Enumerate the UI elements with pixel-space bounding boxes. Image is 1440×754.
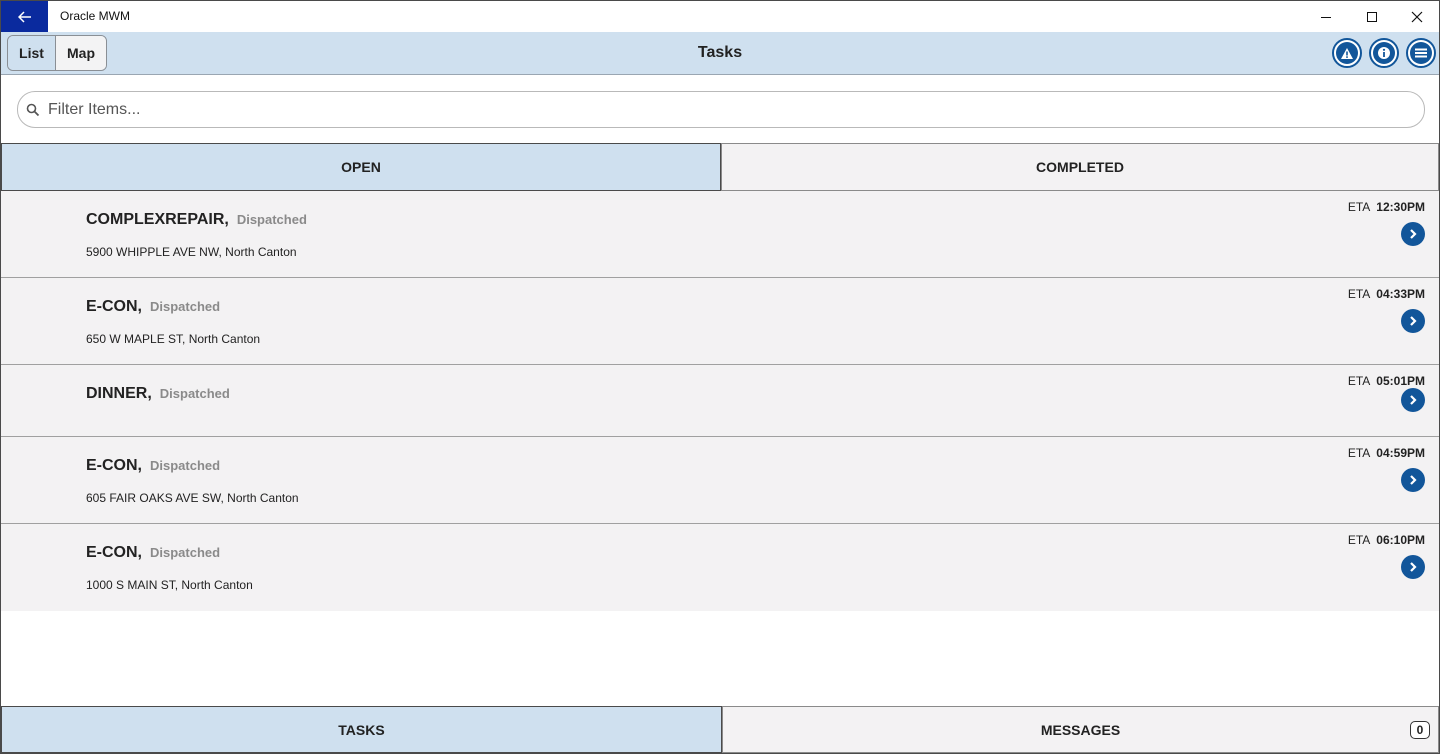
task-address: 650 W MAPLE ST, North Canton (86, 332, 261, 346)
task-row[interactable]: E-CON, Dispatched 605 FAIR OAKS AVE SW, N… (1, 437, 1439, 524)
page-title: Tasks (697, 44, 743, 61)
task-open-button[interactable] (1401, 222, 1425, 246)
task-type: DINNER, (86, 385, 152, 402)
menu-icon (1415, 48, 1427, 58)
task-row[interactable]: E-CON, Dispatched 1000 S MAIN ST, North C… (1, 524, 1439, 611)
menu-button[interactable] (1406, 38, 1436, 68)
info-icon (1378, 47, 1390, 59)
task-eta: ETA 06:10PM (1348, 533, 1425, 547)
chevron-right-icon (1410, 475, 1417, 485)
eta-label: ETA (1347, 287, 1371, 301)
task-type: E-CON, (86, 544, 142, 561)
window-title: Oracle MWM (60, 9, 130, 23)
task-status: Dispatched (150, 545, 221, 560)
task-eta: ETA 05:01PM (1348, 374, 1425, 388)
tab-completed[interactable]: COMPLETED (721, 143, 1439, 191)
nav-messages[interactable]: MESSAGES 0 (722, 706, 1439, 753)
task-address: 1000 S MAIN ST, North Canton (86, 578, 253, 592)
task-status: Dispatched (159, 386, 230, 401)
list-view-button[interactable]: List (8, 36, 56, 70)
nav-messages-label: MESSAGES (1040, 721, 1121, 738)
eta-label: ETA (1347, 446, 1371, 460)
task-status: Dispatched (236, 212, 307, 227)
app-header: List Map Tasks (1, 32, 1439, 75)
task-title: E-CON, Dispatched (86, 298, 220, 316)
task-type: COMPLEXREPAIR, (86, 211, 229, 228)
status-tabs: OPEN COMPLETED (1, 143, 1439, 191)
task-eta: ETA 12:30PM (1348, 200, 1425, 214)
task-status: Dispatched (150, 458, 221, 473)
nav-tasks-label: TASKS (338, 721, 385, 738)
map-view-button[interactable]: Map (56, 36, 106, 70)
chevron-right-icon (1410, 562, 1417, 572)
app-window: Oracle MWM List Map Tasks Filter Items..… (0, 0, 1440, 754)
filter-box (17, 91, 1425, 128)
task-open-button[interactable] (1401, 468, 1425, 492)
title-bar: Oracle MWM (1, 1, 1439, 32)
minimize-icon (1321, 16, 1331, 18)
task-list: COMPLEXREPAIR, Dispatched 5900 WHIPPLE AV… (1, 191, 1439, 611)
maximize-button[interactable] (1349, 1, 1395, 32)
task-eta: ETA 04:33PM (1348, 287, 1425, 301)
eta-time: 04:33PM (1376, 287, 1425, 301)
task-type: E-CON, (86, 298, 142, 315)
task-open-button[interactable] (1401, 309, 1425, 333)
task-status: Dispatched (150, 299, 221, 314)
eta-label: ETA (1347, 374, 1371, 388)
arrow-left-icon (17, 10, 31, 23)
back-button[interactable] (1, 1, 48, 32)
eta-time: 12:30PM (1376, 200, 1425, 214)
close-icon (1411, 11, 1423, 22)
eta-time: 05:01PM (1376, 374, 1425, 388)
task-open-button[interactable] (1401, 388, 1425, 412)
task-row[interactable]: DINNER, Dispatched ETA 05:01PM (1, 365, 1439, 437)
task-open-button[interactable] (1401, 555, 1425, 579)
close-button[interactable] (1394, 1, 1440, 32)
view-toggle: List Map (7, 35, 107, 71)
eta-time: 04:59PM (1376, 446, 1425, 460)
eta-label: ETA (1347, 533, 1371, 547)
task-address: 605 FAIR OAKS AVE SW, North Canton (86, 491, 299, 505)
minimize-button[interactable] (1303, 1, 1349, 32)
alert-button[interactable] (1332, 38, 1362, 68)
messages-count-badge: 0 (1410, 721, 1430, 739)
bottom-nav: TASKS MESSAGES 0 (1, 706, 1439, 753)
info-button[interactable] (1369, 38, 1399, 68)
chevron-right-icon (1410, 395, 1417, 405)
task-title: E-CON, Dispatched (86, 544, 220, 562)
chevron-right-icon (1410, 229, 1417, 239)
eta-time: 06:10PM (1376, 533, 1425, 547)
eta-label: ETA (1347, 200, 1371, 214)
maximize-icon (1367, 11, 1377, 22)
alert-icon (1341, 47, 1353, 59)
task-row[interactable]: COMPLEXREPAIR, Dispatched 5900 WHIPPLE AV… (1, 191, 1439, 278)
task-eta: ETA 04:59PM (1348, 446, 1425, 460)
task-title: DINNER, Dispatched (86, 385, 230, 403)
filter-input[interactable] (48, 100, 1348, 119)
task-title: COMPLEXREPAIR, Dispatched (86, 211, 307, 229)
task-address: 5900 WHIPPLE AVE NW, North Canton (86, 245, 297, 259)
task-type: E-CON, (86, 457, 142, 474)
search-icon (26, 103, 40, 117)
tab-open[interactable]: OPEN (1, 143, 721, 191)
nav-tasks[interactable]: TASKS (1, 706, 722, 753)
chevron-right-icon (1410, 316, 1417, 326)
task-row[interactable]: E-CON, Dispatched 650 W MAPLE ST, North C… (1, 278, 1439, 365)
task-title: E-CON, Dispatched (86, 457, 220, 475)
